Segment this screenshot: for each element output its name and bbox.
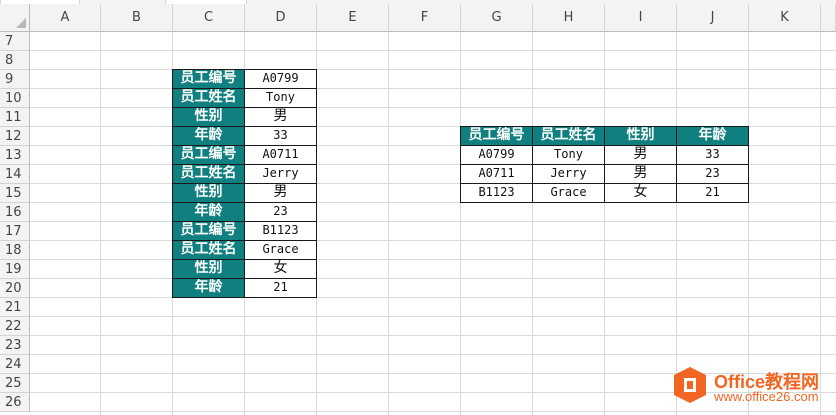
source-label-cell[interactable]: 员工编号 — [172, 69, 245, 89]
grid-row-line — [30, 240, 836, 241]
grid-row-line — [30, 88, 836, 89]
source-label-cell[interactable]: 员工编号 — [172, 145, 245, 165]
column-header-d[interactable]: D — [245, 4, 317, 32]
column-header-g[interactable]: G — [461, 4, 533, 32]
source-value-cell[interactable]: 女 — [244, 259, 317, 279]
source-value-cell[interactable]: 23 — [244, 202, 317, 222]
grid-row-line — [30, 297, 836, 298]
row-header-14[interactable]: 14 — [0, 165, 30, 184]
row-header-13[interactable]: 13 — [0, 146, 30, 165]
column-header-b[interactable]: B — [101, 4, 173, 32]
source-value-cell[interactable]: Grace — [244, 240, 317, 260]
grid-column-line — [604, 32, 605, 415]
grid-column-line — [100, 32, 101, 415]
result-data-cell[interactable]: Grace — [532, 183, 605, 203]
source-label-cell[interactable]: 年龄 — [172, 278, 245, 298]
row-header-17[interactable]: 17 — [0, 222, 30, 241]
row-header-15[interactable]: 15 — [0, 184, 30, 203]
grid-row-line — [30, 411, 836, 412]
source-value-cell[interactable]: 21 — [244, 278, 317, 298]
result-data-cell[interactable]: 男 — [604, 145, 677, 165]
source-label-cell[interactable]: 员工编号 — [172, 221, 245, 241]
row-header-8[interactable]: 8 — [0, 51, 30, 70]
column-header-i[interactable]: I — [605, 4, 677, 32]
row-header-21[interactable]: 21 — [0, 298, 30, 317]
source-label-cell[interactable]: 年龄 — [172, 202, 245, 222]
grid-column-line — [676, 32, 677, 415]
result-data-cell[interactable]: 23 — [676, 164, 749, 184]
grid-row-line — [30, 278, 836, 279]
source-label-cell[interactable]: 性别 — [172, 259, 245, 279]
column-header-k[interactable]: K — [749, 4, 821, 32]
source-value-cell[interactable]: 男 — [244, 107, 317, 127]
source-label-cell[interactable]: 员工姓名 — [172, 240, 245, 260]
select-all-triangle-icon — [16, 18, 26, 28]
result-data-cell[interactable]: 21 — [676, 183, 749, 203]
column-header-j[interactable]: J — [677, 4, 749, 32]
grid-row-line — [30, 316, 836, 317]
result-data-cell[interactable]: A0711 — [460, 164, 533, 184]
row-header-10[interactable]: 10 — [0, 89, 30, 108]
row-header-18[interactable]: 18 — [0, 241, 30, 260]
source-value-cell[interactable]: 33 — [244, 126, 317, 146]
source-value-cell[interactable]: B1123 — [244, 221, 317, 241]
result-data-cell[interactable]: A0799 — [460, 145, 533, 165]
column-header-e[interactable]: E — [317, 4, 389, 32]
spreadsheet-grid[interactable]: ABCDEFGHIJK 7 8 9 10 11 12 13 14 15 16 17 18 19 20 21 2… — [0, 0, 836, 415]
column-header-partial[interactable] — [821, 4, 836, 32]
column-header-c[interactable]: C — [173, 4, 245, 32]
row-header-11[interactable]: 11 — [0, 108, 30, 127]
result-header-cell[interactable]: 性别 — [604, 126, 677, 146]
source-label-cell[interactable]: 员工姓名 — [172, 164, 245, 184]
grid-row-line — [30, 69, 836, 70]
select-all-corner[interactable] — [0, 4, 30, 32]
grid-row-line — [30, 335, 836, 336]
row-header-24[interactable]: 24 — [0, 355, 30, 374]
source-value-cell[interactable]: Tony — [244, 88, 317, 108]
result-data-cell[interactable]: 33 — [676, 145, 749, 165]
result-data-cell[interactable]: 男 — [604, 164, 677, 184]
row-header-16[interactable]: 16 — [0, 203, 30, 222]
column-header-a[interactable]: A — [30, 4, 101, 32]
result-header-cell[interactable]: 员工姓名 — [532, 126, 605, 146]
row-header-23[interactable]: 23 — [0, 336, 30, 355]
watermark-logo: Office教程网 www.office26.com — [672, 362, 832, 408]
office-logo-icon — [674, 367, 706, 403]
row-header-7[interactable]: 7 — [0, 32, 30, 51]
grid-column-line — [388, 32, 389, 415]
source-label-cell[interactable]: 员工姓名 — [172, 88, 245, 108]
result-header-cell[interactable]: 年龄 — [676, 126, 749, 146]
result-data-cell[interactable]: Jerry — [532, 164, 605, 184]
grid-row-line — [30, 221, 836, 222]
result-header-cell[interactable]: 员工编号 — [460, 126, 533, 146]
column-header-f[interactable]: F — [389, 4, 461, 32]
source-label-cell[interactable]: 性别 — [172, 183, 245, 203]
result-data-cell[interactable]: 女 — [604, 183, 677, 203]
grid-row-line — [30, 354, 836, 355]
source-value-cell[interactable]: Jerry — [244, 164, 317, 184]
grid-column-line — [532, 32, 533, 415]
watermark-url: www.office26.com — [714, 389, 819, 404]
source-value-cell[interactable]: A0799 — [244, 69, 317, 89]
source-value-cell[interactable]: 男 — [244, 183, 317, 203]
source-label-cell[interactable]: 性别 — [172, 107, 245, 127]
result-data-cell[interactable]: B1123 — [460, 183, 533, 203]
grid-row-line — [30, 259, 836, 260]
row-header-12[interactable]: 12 — [0, 127, 30, 146]
result-data-cell[interactable]: Tony — [532, 145, 605, 165]
source-label-cell[interactable]: 年龄 — [172, 126, 245, 146]
source-value-cell[interactable]: A0711 — [244, 145, 317, 165]
grid-row-line — [30, 50, 836, 51]
row-header-20[interactable]: 20 — [0, 279, 30, 298]
grid-column-line — [748, 32, 749, 415]
row-header-22[interactable]: 22 — [0, 317, 30, 336]
grid-column-line — [820, 32, 821, 415]
row-header-9[interactable]: 9 — [0, 70, 30, 89]
row-header-25[interactable]: 25 — [0, 374, 30, 393]
grid-column-line — [460, 32, 461, 415]
row-header-26[interactable]: 26 — [0, 393, 30, 412]
column-header-h[interactable]: H — [533, 4, 605, 32]
grid-row-line — [30, 107, 836, 108]
row-header-19[interactable]: 19 — [0, 260, 30, 279]
